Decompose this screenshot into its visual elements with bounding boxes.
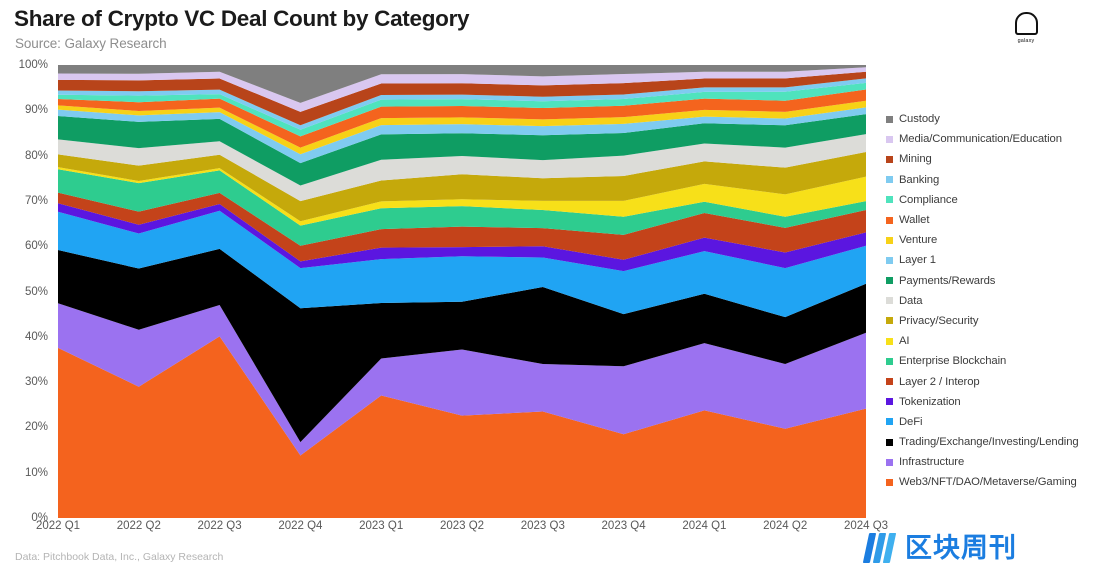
x-axis-tick: 2023 Q4 xyxy=(601,520,646,532)
legend-item-label: Infrastructure xyxy=(899,456,965,469)
x-axis-tick: 2023 Q1 xyxy=(359,520,404,532)
chart-footnote: Data: Pitchbook Data, Inc., Galaxy Resea… xyxy=(15,551,224,563)
legend-item[interactable]: Custody xyxy=(886,109,1100,129)
chart-page: Share of Crypto VC Deal Count by Categor… xyxy=(0,0,1100,574)
legend-item[interactable]: Infrastructure xyxy=(886,452,1100,472)
legend-item-label: Wallet xyxy=(899,214,930,227)
y-axis-tick: 30% xyxy=(24,376,48,389)
x-axis-tick: 2022 Q4 xyxy=(278,520,323,532)
y-axis-tick: 70% xyxy=(24,194,48,207)
legend-item[interactable]: Enterprise Blockchain xyxy=(886,351,1100,371)
y-axis: 0% 10% 20% 30% 40% 50% 60% 70% 80% 90% 100% xyxy=(0,57,52,527)
y-axis-tick: 60% xyxy=(24,240,48,253)
legend-item-label: DeFi xyxy=(899,415,923,428)
x-axis-tick: 2024 Q2 xyxy=(763,520,808,532)
legend-item-label: AI xyxy=(899,335,910,348)
legend-item-label: Banking xyxy=(899,173,940,186)
legend-item-label: Payments/Rewards xyxy=(899,274,996,287)
legend-swatch-icon xyxy=(886,418,893,426)
legend-item[interactable]: Layer 2 / Interop xyxy=(886,371,1100,391)
y-axis-tick: 90% xyxy=(24,104,48,117)
legend-item[interactable]: Banking xyxy=(886,170,1100,190)
x-axis-tick: 2022 Q1 xyxy=(35,520,81,532)
legend-item[interactable]: AI xyxy=(886,331,1100,351)
legend-item[interactable]: Privacy/Security xyxy=(886,311,1100,331)
legend-item-label: Web3/NFT/DAO/Metaverse/Gaming xyxy=(899,476,1077,489)
y-axis-tick: 40% xyxy=(24,330,48,343)
legend-swatch-icon xyxy=(886,196,893,204)
legend-swatch-icon xyxy=(886,438,893,446)
legend-item-label: Layer 2 / Interop xyxy=(899,375,980,388)
legend-swatch-icon xyxy=(886,277,893,285)
legend-item-label: Trading/Exchange/Investing/Lending xyxy=(899,436,1079,449)
galaxy-wordmark: galaxy xyxy=(1017,38,1035,44)
legend-item-label: Enterprise Blockchain xyxy=(899,355,1007,368)
galaxy-logo-icon: galaxy xyxy=(1009,12,1043,50)
legend-swatch-icon xyxy=(886,378,893,386)
legend-item-label: Custody xyxy=(899,113,940,126)
legend-swatch-icon xyxy=(886,135,893,143)
legend-item[interactable]: Data xyxy=(886,291,1100,311)
page-title: Share of Crypto VC Deal Count by Categor… xyxy=(14,6,470,31)
legend-swatch-icon xyxy=(886,176,893,184)
legend-item[interactable]: Wallet xyxy=(886,210,1100,230)
x-axis-tick: 2023 Q2 xyxy=(439,520,485,532)
legend-item-label: Data xyxy=(899,294,923,307)
legend-item-label: Mining xyxy=(899,153,932,166)
legend-item[interactable]: Venture xyxy=(886,230,1100,250)
legend-swatch-icon xyxy=(886,216,893,224)
legend-swatch-icon xyxy=(886,398,893,406)
x-axis-tick: 2022 Q3 xyxy=(197,520,242,532)
legend-item[interactable]: Payments/Rewards xyxy=(886,271,1100,291)
legend-swatch-icon xyxy=(886,317,893,325)
legend-item-label: Tokenization xyxy=(899,395,961,408)
y-axis-tick: 80% xyxy=(24,149,48,162)
legend-item[interactable]: Tokenization xyxy=(886,392,1100,412)
legend-swatch-icon xyxy=(886,297,893,305)
legend-item[interactable]: Web3/NFT/DAO/Metaverse/Gaming xyxy=(886,472,1100,492)
legend-item-label: Privacy/Security xyxy=(899,314,979,327)
legend-item[interactable]: Layer 1 xyxy=(886,250,1100,270)
y-axis-tick: 20% xyxy=(24,421,48,434)
legend-item-label: Venture xyxy=(899,234,938,247)
chart-source-subtitle: Source: Galaxy Research xyxy=(15,36,167,51)
legend-swatch-icon xyxy=(886,115,893,123)
y-axis-tick: 50% xyxy=(24,285,48,298)
legend-item-label: Layer 1 xyxy=(899,254,936,267)
x-axis-tick: 2022 Q2 xyxy=(116,520,161,532)
chart-legend: Custody Media/Communication/Education Mini… xyxy=(886,109,1100,493)
legend-swatch-icon xyxy=(886,236,893,244)
legend-swatch-icon xyxy=(886,357,893,365)
x-axis-tick: 2024 Q1 xyxy=(682,520,727,532)
legend-item[interactable]: Mining xyxy=(886,149,1100,169)
galaxy-mark-icon xyxy=(1014,12,1038,35)
y-axis-tick: 100% xyxy=(18,59,48,71)
legend-swatch-icon xyxy=(886,337,893,345)
y-axis-tick: 10% xyxy=(24,466,48,479)
legend-swatch-icon xyxy=(886,155,893,163)
watermark-text: 区块周刊 xyxy=(905,532,1017,563)
publisher-watermark: 区块周刊 xyxy=(862,528,1017,568)
legend-item-label: Media/Communication/Education xyxy=(899,133,1062,146)
area-chart-svg xyxy=(58,65,866,518)
legend-item[interactable]: DeFi xyxy=(886,412,1100,432)
x-axis-tick: 2023 Q3 xyxy=(520,520,565,532)
legend-swatch-icon xyxy=(886,458,893,466)
watermark-bars-icon xyxy=(862,533,897,563)
legend-item-label: Compliance xyxy=(899,193,958,206)
stacked-area-plot xyxy=(58,65,866,518)
legend-item[interactable]: Trading/Exchange/Investing/Lending xyxy=(886,432,1100,452)
legend-item[interactable]: Compliance xyxy=(886,190,1100,210)
legend-swatch-icon xyxy=(886,478,893,486)
legend-swatch-icon xyxy=(886,256,893,264)
legend-item[interactable]: Media/Communication/Education xyxy=(886,129,1100,149)
x-axis: 2022 Q1 2022 Q2 2022 Q3 2022 Q4 2023 Q1 2023 … xyxy=(36,520,888,540)
